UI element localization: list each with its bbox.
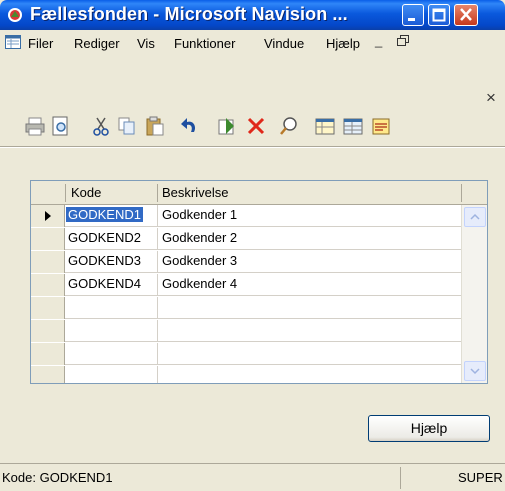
table-row[interactable]: GODKEND4 Godkender 4 (31, 274, 461, 296)
refresh-button[interactable] (214, 113, 240, 139)
window-title: Fællesfonden - Microsoft Navision ... (30, 4, 348, 24)
row-selector[interactable] (31, 274, 65, 296)
menu-filer[interactable]: Filer (28, 36, 53, 51)
navision-app-icon[interactable] (6, 6, 24, 24)
table-icon (315, 118, 335, 135)
column-divider (157, 320, 158, 342)
find-icon (280, 117, 297, 135)
row-selector[interactable] (31, 205, 65, 227)
column-header-kode[interactable]: Kode (71, 185, 101, 200)
scroll-up-button[interactable] (464, 207, 486, 227)
chevron-up-icon (470, 213, 480, 220)
row-selector[interactable] (31, 343, 65, 365)
column-divider (157, 228, 158, 250)
row-selector[interactable] (31, 297, 65, 319)
cell-beskrivelse[interactable]: Godkender 1 (162, 207, 237, 222)
cell-kode[interactable]: GODKEND2 (68, 230, 141, 245)
status-user: SUPER (458, 470, 503, 485)
cell-beskrivelse[interactable]: Godkender 3 (162, 253, 237, 268)
empty-row[interactable] (31, 320, 461, 342)
row-selector[interactable] (31, 366, 65, 383)
paste-icon (146, 116, 164, 136)
print-icon (25, 117, 45, 136)
print-button[interactable] (22, 113, 48, 139)
maximize-icon (432, 8, 446, 22)
refresh-icon (218, 118, 234, 135)
cut-icon (93, 117, 109, 136)
status-bar: Kode: GODKEND1 SUPER (0, 463, 505, 491)
menu-hjaelp[interactable]: Hjælp (326, 36, 360, 51)
status-current-record: Kode: GODKEND1 (2, 470, 113, 485)
delete-icon (247, 117, 265, 135)
undo-button[interactable] (176, 113, 202, 139)
delete-button[interactable] (243, 113, 269, 139)
cell-kode[interactable]: GODKEND1 (66, 207, 143, 222)
scroll-down-button[interactable] (464, 361, 486, 381)
maximize-button[interactable] (428, 4, 450, 26)
close-icon (460, 8, 472, 21)
table-row[interactable]: GODKEND2 Godkender 2 (31, 228, 461, 250)
column-divider (157, 274, 158, 296)
close-button[interactable] (454, 4, 478, 26)
cell-kode[interactable]: GODKEND3 (68, 253, 141, 268)
title-bar: Fællesfonden - Microsoft Navision ... (0, 0, 505, 30)
table-row[interactable]: GODKEND1 Godkender 1 (31, 205, 461, 227)
menu-vindue[interactable]: Vindue (264, 36, 304, 51)
menu-bar: Filer Rediger Vis Funktioner Vindue Hjæl… (0, 30, 505, 57)
report-icon (372, 118, 390, 135)
row-selector[interactable] (31, 251, 65, 273)
toolbar (0, 110, 505, 146)
chevron-down-icon (470, 368, 480, 375)
column-divider (157, 343, 158, 365)
cell-beskrivelse[interactable]: Godkender 2 (162, 230, 237, 245)
mdi-minimize-button[interactable]: _ (375, 33, 382, 48)
list-view-button[interactable] (340, 113, 366, 139)
toolbar-separator-highlight (0, 147, 505, 148)
undo-icon (181, 118, 196, 132)
empty-row[interactable] (31, 366, 461, 383)
print-preview-button[interactable] (48, 113, 74, 139)
column-divider (157, 366, 158, 383)
empty-row[interactable] (31, 343, 461, 365)
paste-button[interactable] (142, 113, 168, 139)
form-menu-icon[interactable] (5, 34, 21, 50)
find-button[interactable] (276, 113, 302, 139)
row-selector[interactable] (31, 320, 65, 342)
help-button[interactable]: Hjælp (368, 415, 490, 442)
report-button[interactable] (368, 113, 394, 139)
copy-button[interactable] (114, 113, 140, 139)
grid-header: Kode Beskrivelse (31, 181, 487, 205)
data-grid[interactable]: Kode Beskrivelse GODKEND1 Godkender 1 GO… (30, 180, 488, 384)
restore-icon (397, 35, 409, 46)
mdi-restore-button[interactable] (396, 34, 410, 51)
menu-vis[interactable]: Vis (137, 36, 155, 51)
list-icon (343, 118, 363, 135)
header-divider (157, 184, 158, 202)
column-divider (157, 251, 158, 273)
mdi-close-button[interactable]: × (486, 88, 496, 108)
menu-funktioner[interactable]: Funktioner (174, 36, 235, 51)
minimize-icon (408, 18, 415, 21)
cell-kode[interactable]: GODKEND4 (68, 276, 141, 291)
print-preview-icon (52, 116, 68, 136)
menu-rediger[interactable]: Rediger (74, 36, 120, 51)
column-header-beskrivelse[interactable]: Beskrivelse (162, 185, 228, 200)
header-divider (461, 184, 462, 202)
header-divider (65, 184, 66, 202)
copy-icon (118, 117, 135, 135)
cut-button[interactable] (88, 113, 114, 139)
table-row[interactable]: GODKEND3 Godkender 3 (31, 251, 461, 273)
vertical-scrollbar[interactable] (461, 205, 487, 383)
current-row-arrow-icon (45, 211, 51, 221)
minimize-button[interactable] (402, 4, 424, 26)
status-divider (400, 467, 401, 489)
cell-beskrivelse[interactable]: Godkender 4 (162, 276, 237, 291)
empty-row[interactable] (31, 297, 461, 319)
row-selector[interactable] (31, 228, 65, 250)
column-divider (157, 297, 158, 319)
card-view-button[interactable] (312, 113, 338, 139)
column-divider (157, 205, 158, 227)
